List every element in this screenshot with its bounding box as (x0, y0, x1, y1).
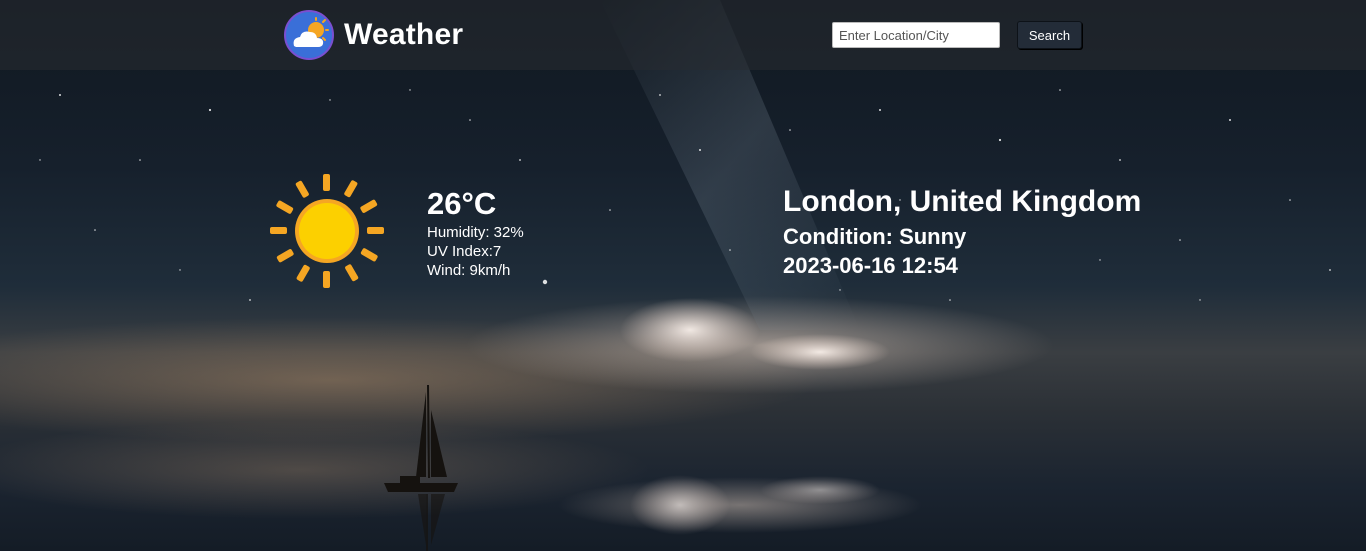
header-bar: Weather Search (0, 0, 1366, 70)
local-datetime: 2023-06-16 12:54 (783, 253, 958, 278)
condition: Condition: Sunny (783, 224, 967, 249)
uv-index: UV Index:7 (427, 243, 502, 260)
wind: Wind: 9km/h (427, 262, 511, 279)
app-title: Weather (344, 18, 464, 51)
location-name: London, United Kingdom (783, 185, 1142, 218)
cloud-sun-icon (284, 10, 334, 60)
temperature: 26°C (427, 186, 497, 221)
brand: Weather (284, 10, 463, 60)
sun-icon (270, 174, 384, 288)
weather-details: Humidity: 32% UV Index:7 Wind: 9km/h (427, 223, 524, 280)
search-button[interactable]: Search (1017, 21, 1082, 49)
search-input[interactable] (832, 22, 1000, 48)
humidity: Humidity: 32% (427, 224, 524, 241)
background-night-sea-image (39, 0, 1331, 551)
